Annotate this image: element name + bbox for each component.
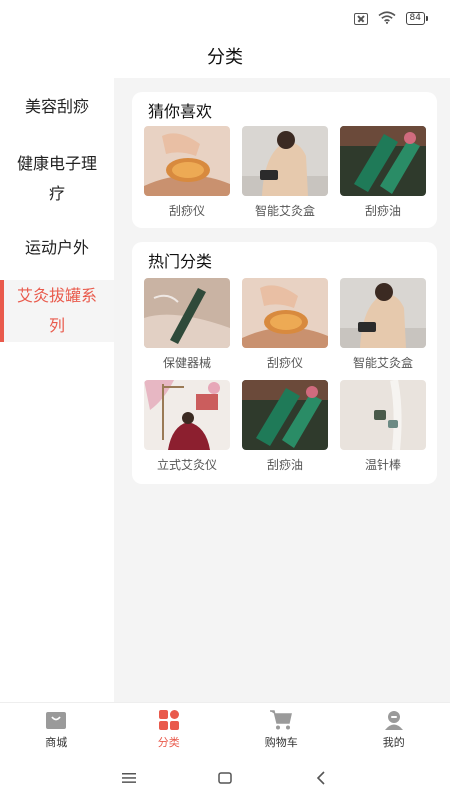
health-device-image	[144, 278, 230, 348]
sidebar-item-label: 健康电子理疗	[16, 154, 97, 203]
sidebar-item-label: 艾灸拔罐系列	[16, 286, 97, 335]
card-title: 猜你喜欢	[148, 102, 213, 121]
sidebar-item-moxibustion-cupping[interactable]: 艾灸拔罐系列	[0, 280, 114, 342]
moxibustion-box-image	[242, 126, 328, 196]
product-item[interactable]: 刮痧仪	[144, 126, 230, 219]
category-item[interactable]: 温针棒	[340, 380, 426, 473]
moxibustion-box-image	[340, 278, 426, 348]
product-label: 刮痧仪	[168, 204, 205, 218]
tab-profile[interactable]: 我的	[338, 703, 450, 756]
cart-icon	[269, 709, 293, 731]
category-label: 立式艾灸仪	[156, 458, 217, 472]
battery-level: 84	[405, 12, 425, 25]
category-item[interactable]: 立式艾灸仪	[144, 380, 230, 473]
sidebar-item-outdoor-sports[interactable]: 运动户外	[0, 222, 114, 274]
category-sidebar: 美容刮痧 健康电子理疗 运动户外 艾灸拔罐系列	[0, 78, 114, 702]
tab-shop[interactable]: 商城	[0, 703, 113, 756]
category-label: 智能艾灸盒	[352, 356, 413, 370]
card-title: 热门分类	[148, 252, 213, 271]
home-icon	[218, 772, 232, 784]
shop-bag-icon	[44, 709, 68, 731]
category-item[interactable]: 刮痧仪	[242, 278, 328, 371]
guess-you-like-card: 猜你喜欢 刮痧仪 智能艾灸盒 刮痧油	[132, 92, 437, 228]
menu-button[interactable]	[81, 756, 177, 800]
standing-moxibustion-image	[144, 380, 230, 450]
category-label: 刮痧仪	[266, 356, 303, 370]
sidebar-item-electro-therapy[interactable]: 健康电子理疗	[0, 136, 114, 222]
category-label: 保健器械	[162, 356, 211, 370]
hot-categories-card: 热门分类 保健器械 刮痧仪 智能艾灸盒 立式艾灸仪 刮痧油 温针棒	[132, 242, 437, 484]
sidebar-item-label: 美容刮痧	[24, 97, 89, 116]
sidebar-item-label: 运动户外	[24, 238, 89, 257]
tab-category[interactable]: 分类	[113, 703, 226, 756]
product-label: 刮痧油	[364, 204, 401, 218]
menu-icon	[122, 773, 136, 783]
system-navigation-bar	[0, 756, 450, 800]
battery-icon: 84	[405, 12, 428, 25]
category-item[interactable]: 保健器械	[144, 278, 230, 371]
category-grid-icon	[157, 709, 181, 731]
profile-icon	[382, 709, 406, 731]
sim-card-icon	[353, 12, 368, 25]
wifi-icon	[378, 9, 396, 28]
category-item[interactable]: 智能艾灸盒	[340, 278, 426, 371]
gua-sha-device-image	[144, 126, 230, 196]
category-label: 温针棒	[364, 458, 401, 472]
gua-sha-oil-image	[340, 126, 426, 196]
product-label: 智能艾灸盒	[254, 204, 315, 218]
category-item[interactable]: 刮痧油	[242, 380, 328, 473]
back-button[interactable]	[273, 756, 369, 800]
tab-label: 分类	[157, 736, 180, 749]
category-label: 刮痧油	[266, 458, 303, 472]
gua-sha-oil-image	[242, 380, 328, 450]
category-content: 猜你喜欢 刮痧仪 智能艾灸盒 刮痧油 热门分类 保健器械 刮痧仪 智能艾灸盒 立…	[114, 78, 450, 702]
product-item[interactable]: 刮痧油	[340, 126, 426, 219]
warm-needle-image	[340, 380, 426, 450]
tab-label: 购物车	[264, 736, 298, 749]
status-bar: 84	[0, 0, 450, 34]
tab-label: 我的	[382, 736, 405, 749]
gua-sha-device-image	[242, 278, 328, 348]
back-icon	[316, 771, 325, 785]
tab-label: 商城	[45, 736, 68, 749]
page-title: 分类	[207, 47, 243, 68]
sidebar-item-beauty-guasha[interactable]: 美容刮痧	[0, 78, 114, 136]
tab-cart[interactable]: 购物车	[225, 703, 338, 756]
home-button[interactable]	[177, 756, 273, 800]
header: 分类	[0, 34, 450, 78]
product-item[interactable]: 智能艾灸盒	[242, 126, 328, 219]
bottom-tab-bar: 商城 分类 购物车 我的	[0, 702, 450, 756]
